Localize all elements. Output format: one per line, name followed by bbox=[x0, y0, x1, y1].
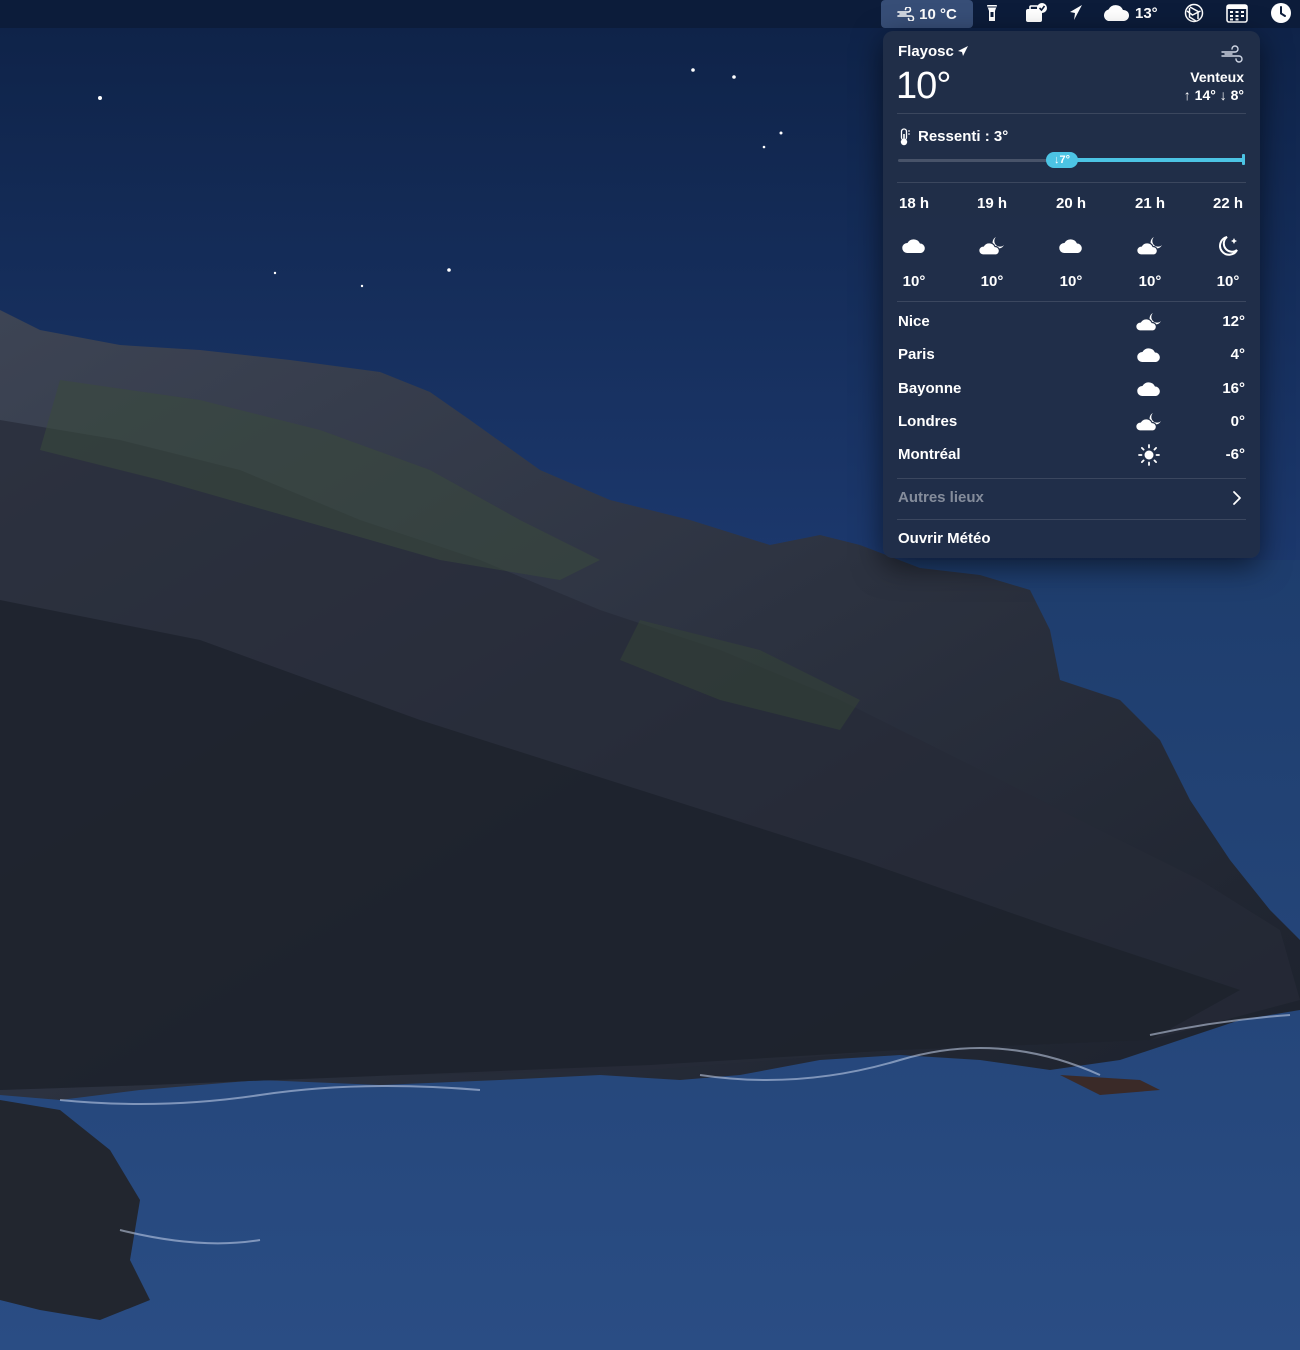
city-name: Londres bbox=[898, 413, 958, 430]
city-row[interactable]: Montréal -6° bbox=[898, 443, 1245, 467]
high-low-temperatures: ↑ 14° ↓ 8° bbox=[1183, 87, 1244, 103]
hour-temp: 10° bbox=[1138, 273, 1162, 290]
hour-temp: 10° bbox=[1216, 273, 1240, 290]
arrow-icon[interactable] bbox=[1068, 0, 1084, 26]
hour-forecast: 21 h 10° bbox=[1125, 195, 1175, 290]
divider bbox=[897, 519, 1246, 520]
feels-like-label: Ressenti : 3° bbox=[918, 128, 1009, 145]
hour-label: 20 h bbox=[1055, 195, 1086, 212]
slider-knob-label: ↓7° bbox=[1053, 154, 1071, 166]
city-name: Nice bbox=[898, 313, 930, 330]
condition-label: Venteux bbox=[1190, 69, 1244, 85]
cloud-icon bbox=[1134, 343, 1164, 367]
menubar-weather-temp: 10 °C bbox=[919, 5, 957, 23]
hour-label: 22 h bbox=[1212, 195, 1243, 212]
divider bbox=[897, 478, 1246, 479]
divider bbox=[897, 182, 1246, 183]
location-name: Flayosc bbox=[898, 43, 954, 60]
current-temperature: 10° bbox=[896, 65, 951, 107]
temperature-range-knob: ↓7° bbox=[1046, 152, 1078, 168]
sun-icon bbox=[1134, 443, 1164, 467]
hour-forecast: 18 h 10° bbox=[889, 195, 939, 290]
chevron-right-icon[interactable] bbox=[1232, 490, 1242, 511]
city-temp: -6° bbox=[1225, 446, 1245, 463]
hour-temp: 10° bbox=[902, 273, 926, 290]
hour-forecast: 20 h 10° bbox=[1046, 195, 1096, 290]
menu-bar: 10 °C 13° bbox=[0, 0, 1300, 28]
cloud-moon-icon bbox=[1134, 410, 1164, 434]
hour-forecast: 19 h 10° bbox=[967, 195, 1017, 290]
moon-star-icon bbox=[1203, 227, 1253, 265]
city-name: Bayonne bbox=[898, 380, 962, 397]
divider bbox=[897, 113, 1246, 114]
temperature-range-fill bbox=[1061, 158, 1244, 162]
location-arrow-icon bbox=[957, 44, 969, 62]
flashlight-icon[interactable] bbox=[986, 0, 998, 26]
city-temp: 12° bbox=[1222, 313, 1245, 330]
city-temp: 4° bbox=[1230, 346, 1245, 363]
weather-popover: Flayosc 10° Venteux ↑ 14° ↓ 8° Ressenti … bbox=[883, 31, 1260, 558]
hour-label: 21 h bbox=[1134, 195, 1165, 212]
cloud-moon-icon bbox=[967, 227, 1017, 265]
divider bbox=[897, 301, 1246, 302]
wind-icon bbox=[1220, 45, 1244, 70]
cloud-icon bbox=[1046, 227, 1096, 265]
city-name: Montréal bbox=[898, 446, 961, 463]
cloud-moon-icon bbox=[1125, 227, 1175, 265]
menubar-cloud-item[interactable]: 13° bbox=[1101, 0, 1158, 26]
openai-icon[interactable] bbox=[1183, 0, 1205, 26]
city-temp: 16° bbox=[1222, 380, 1245, 397]
cloud-icon bbox=[889, 227, 939, 265]
cloud-icon bbox=[1134, 377, 1164, 401]
hour-forecast: 22 h 10° bbox=[1203, 195, 1253, 290]
calendar-icon[interactable] bbox=[1226, 0, 1248, 26]
hour-label: 18 h bbox=[898, 195, 929, 212]
hour-label: 19 h bbox=[976, 195, 1007, 212]
city-row[interactable]: Londres 0° bbox=[898, 410, 1245, 434]
hour-temp: 10° bbox=[1059, 273, 1083, 290]
menubar-weather-item[interactable]: 10 °C bbox=[881, 0, 973, 28]
hour-temp: 10° bbox=[980, 273, 1004, 290]
cloud-moon-icon bbox=[1134, 310, 1164, 334]
thermometer-icon bbox=[897, 128, 911, 151]
other-places-link[interactable]: Autres lieux bbox=[898, 489, 984, 506]
city-row[interactable]: Bayonne 16° bbox=[898, 377, 1245, 401]
city-temp: 0° bbox=[1230, 413, 1245, 430]
clock-icon[interactable] bbox=[1270, 0, 1292, 26]
wind-icon bbox=[897, 7, 915, 21]
app-badge-icon[interactable] bbox=[1024, 0, 1048, 26]
menubar-cloud-temp: 13° bbox=[1135, 4, 1158, 22]
open-weather-button[interactable]: Ouvrir Météo bbox=[898, 530, 991, 547]
city-name: Paris bbox=[898, 346, 935, 363]
temperature-range-end bbox=[1242, 154, 1245, 165]
city-row[interactable]: Nice 12° bbox=[898, 310, 1245, 334]
cloud-icon bbox=[1101, 3, 1131, 23]
city-row[interactable]: Paris 4° bbox=[898, 343, 1245, 367]
